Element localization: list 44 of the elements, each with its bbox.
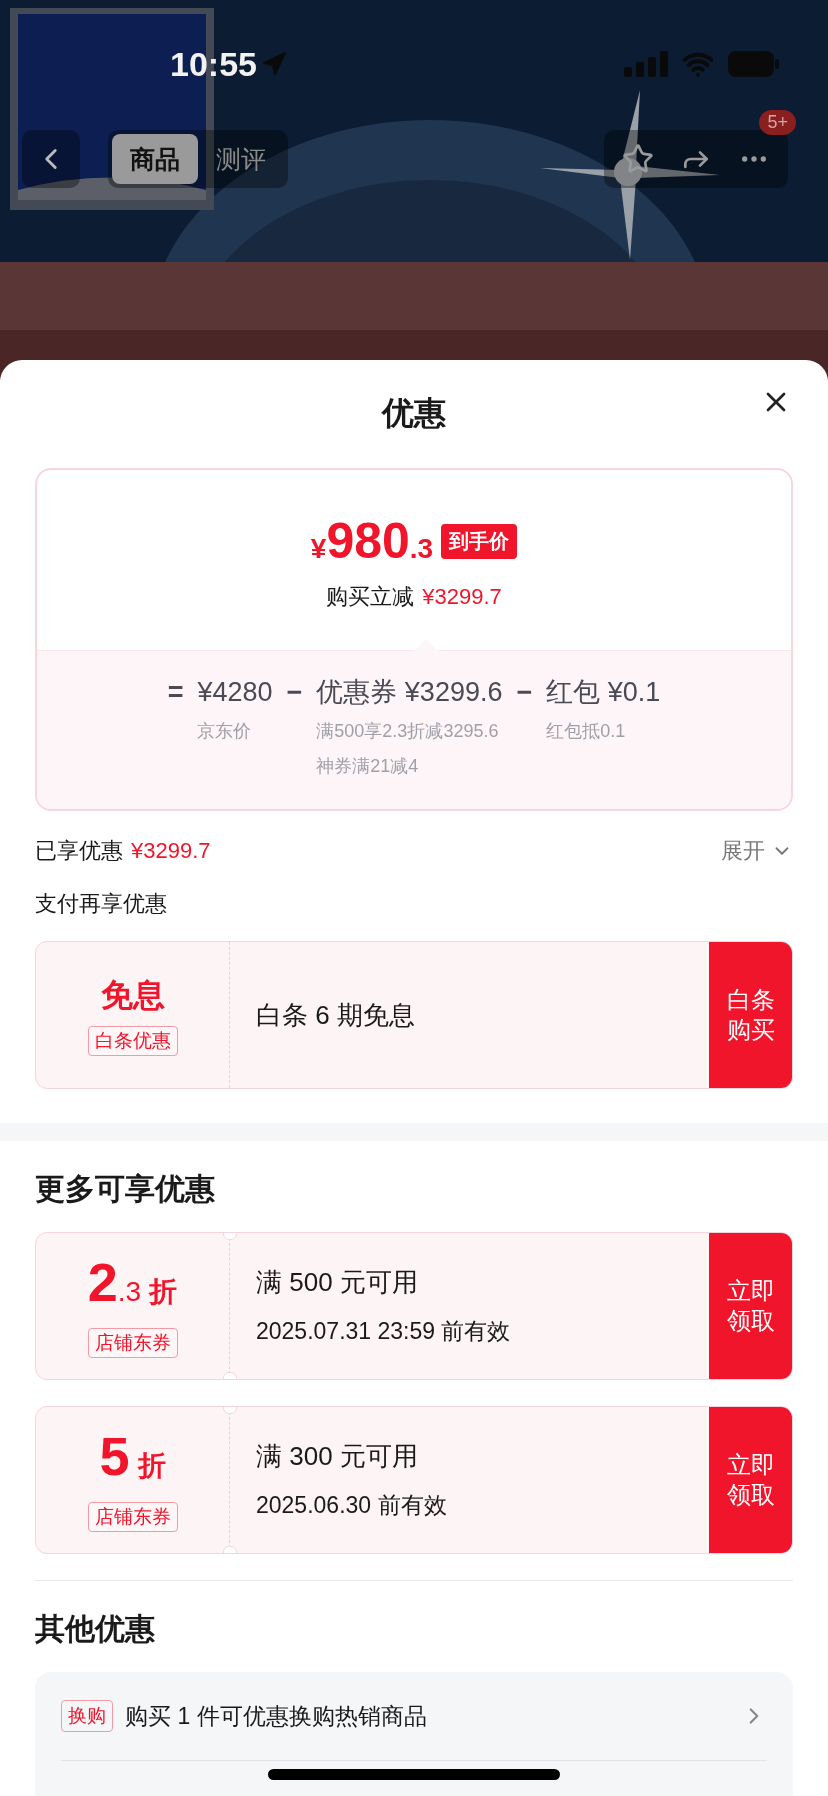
sheet-title: 优惠 xyxy=(382,394,446,433)
coupon-condition: 满 500 元可用 xyxy=(256,1266,419,1299)
term-note: 满500享2.3折减3295.6 xyxy=(316,720,500,743)
enjoyed-value: ¥3299.7 xyxy=(131,838,211,864)
saving-value: ¥3299.7 xyxy=(422,584,502,609)
back-button[interactable] xyxy=(22,130,80,188)
coupon-condition: 满 300 元可用 xyxy=(256,1440,419,1473)
status-time: 10:55 xyxy=(170,44,257,84)
final-price: ¥980.3 xyxy=(310,512,434,570)
coupon-validity: 2025.06.30 前有效 xyxy=(256,1491,448,1520)
nav-tab[interactable]: 商品 xyxy=(112,134,198,184)
section-heading: 更多可享优惠 xyxy=(35,1171,216,1207)
nav-tab[interactable]: 测评 xyxy=(198,134,284,184)
claim-button[interactable]: 立即领取 xyxy=(709,1233,792,1379)
saving-label: 购买立减 xyxy=(326,584,415,609)
price-term: 红包 ¥0.1 xyxy=(546,676,661,709)
coupon-tag: 店铺东券 xyxy=(87,1502,178,1532)
price-tag: 到手价 xyxy=(441,523,518,559)
price-term: ¥4280 xyxy=(197,676,273,709)
operator-sign: − xyxy=(516,676,533,709)
location-arrow-icon xyxy=(260,51,287,77)
coupon-tag: 店铺东券 xyxy=(87,1328,178,1358)
offer-tag: 白条优惠 xyxy=(87,1026,178,1056)
discount-value: 5 折 xyxy=(99,1428,166,1488)
operator-sign: − xyxy=(286,676,303,709)
offer-text[interactable]: 购买 1 件可优惠换购热销商品 xyxy=(125,1700,427,1732)
term-note: 京东价 xyxy=(197,720,253,743)
term-note: 神券满21减4 xyxy=(316,755,420,778)
section-heading: 其他优惠 xyxy=(35,1611,156,1647)
coupon-validity: 2025.07.31 23:59 前有效 xyxy=(256,1317,512,1346)
buy-button[interactable]: 白条购买 xyxy=(709,942,792,1088)
offer-tag: 换购 xyxy=(61,1700,113,1732)
expand-toggle[interactable]: 展开 xyxy=(721,836,793,866)
enjoyed-label: 已享优惠 xyxy=(35,837,123,865)
signal-icon xyxy=(624,51,668,77)
operator-sign: = xyxy=(167,676,184,709)
section-subtitle: 支付再享优惠 xyxy=(35,890,168,918)
battery-icon xyxy=(728,51,780,77)
offer-headline: 免息 xyxy=(100,976,165,1015)
term-note: 红包抵0.1 xyxy=(546,720,627,743)
price-term: 优惠券 ¥3299.6 xyxy=(316,676,503,709)
offer-description: 白条 6 期免息 xyxy=(256,998,416,1032)
discount-value: 2.3 折 xyxy=(87,1254,178,1314)
claim-button[interactable]: 立即领取 xyxy=(709,1407,792,1553)
